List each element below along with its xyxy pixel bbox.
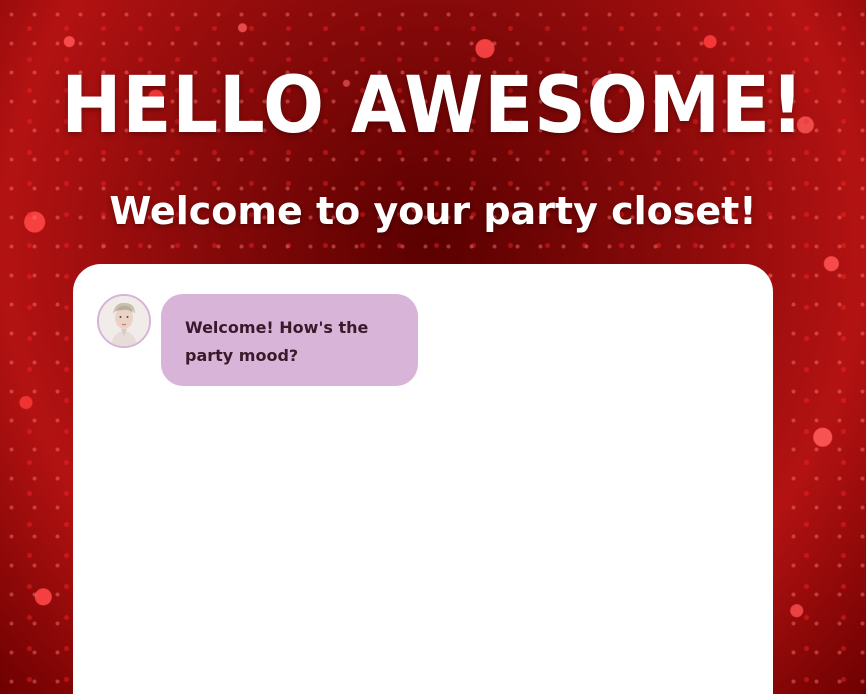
message-bubble: Welcome! How's the party mood? xyxy=(161,294,418,386)
hero-title: HELLO AWESOME! xyxy=(61,61,805,151)
hero-subtitle: Welcome to your party closet! xyxy=(109,189,757,233)
chat-panel: Welcome! How's the party mood? xyxy=(73,264,773,694)
person-portrait-icon xyxy=(97,294,151,348)
chat-message: Welcome! How's the party mood? xyxy=(97,294,418,386)
